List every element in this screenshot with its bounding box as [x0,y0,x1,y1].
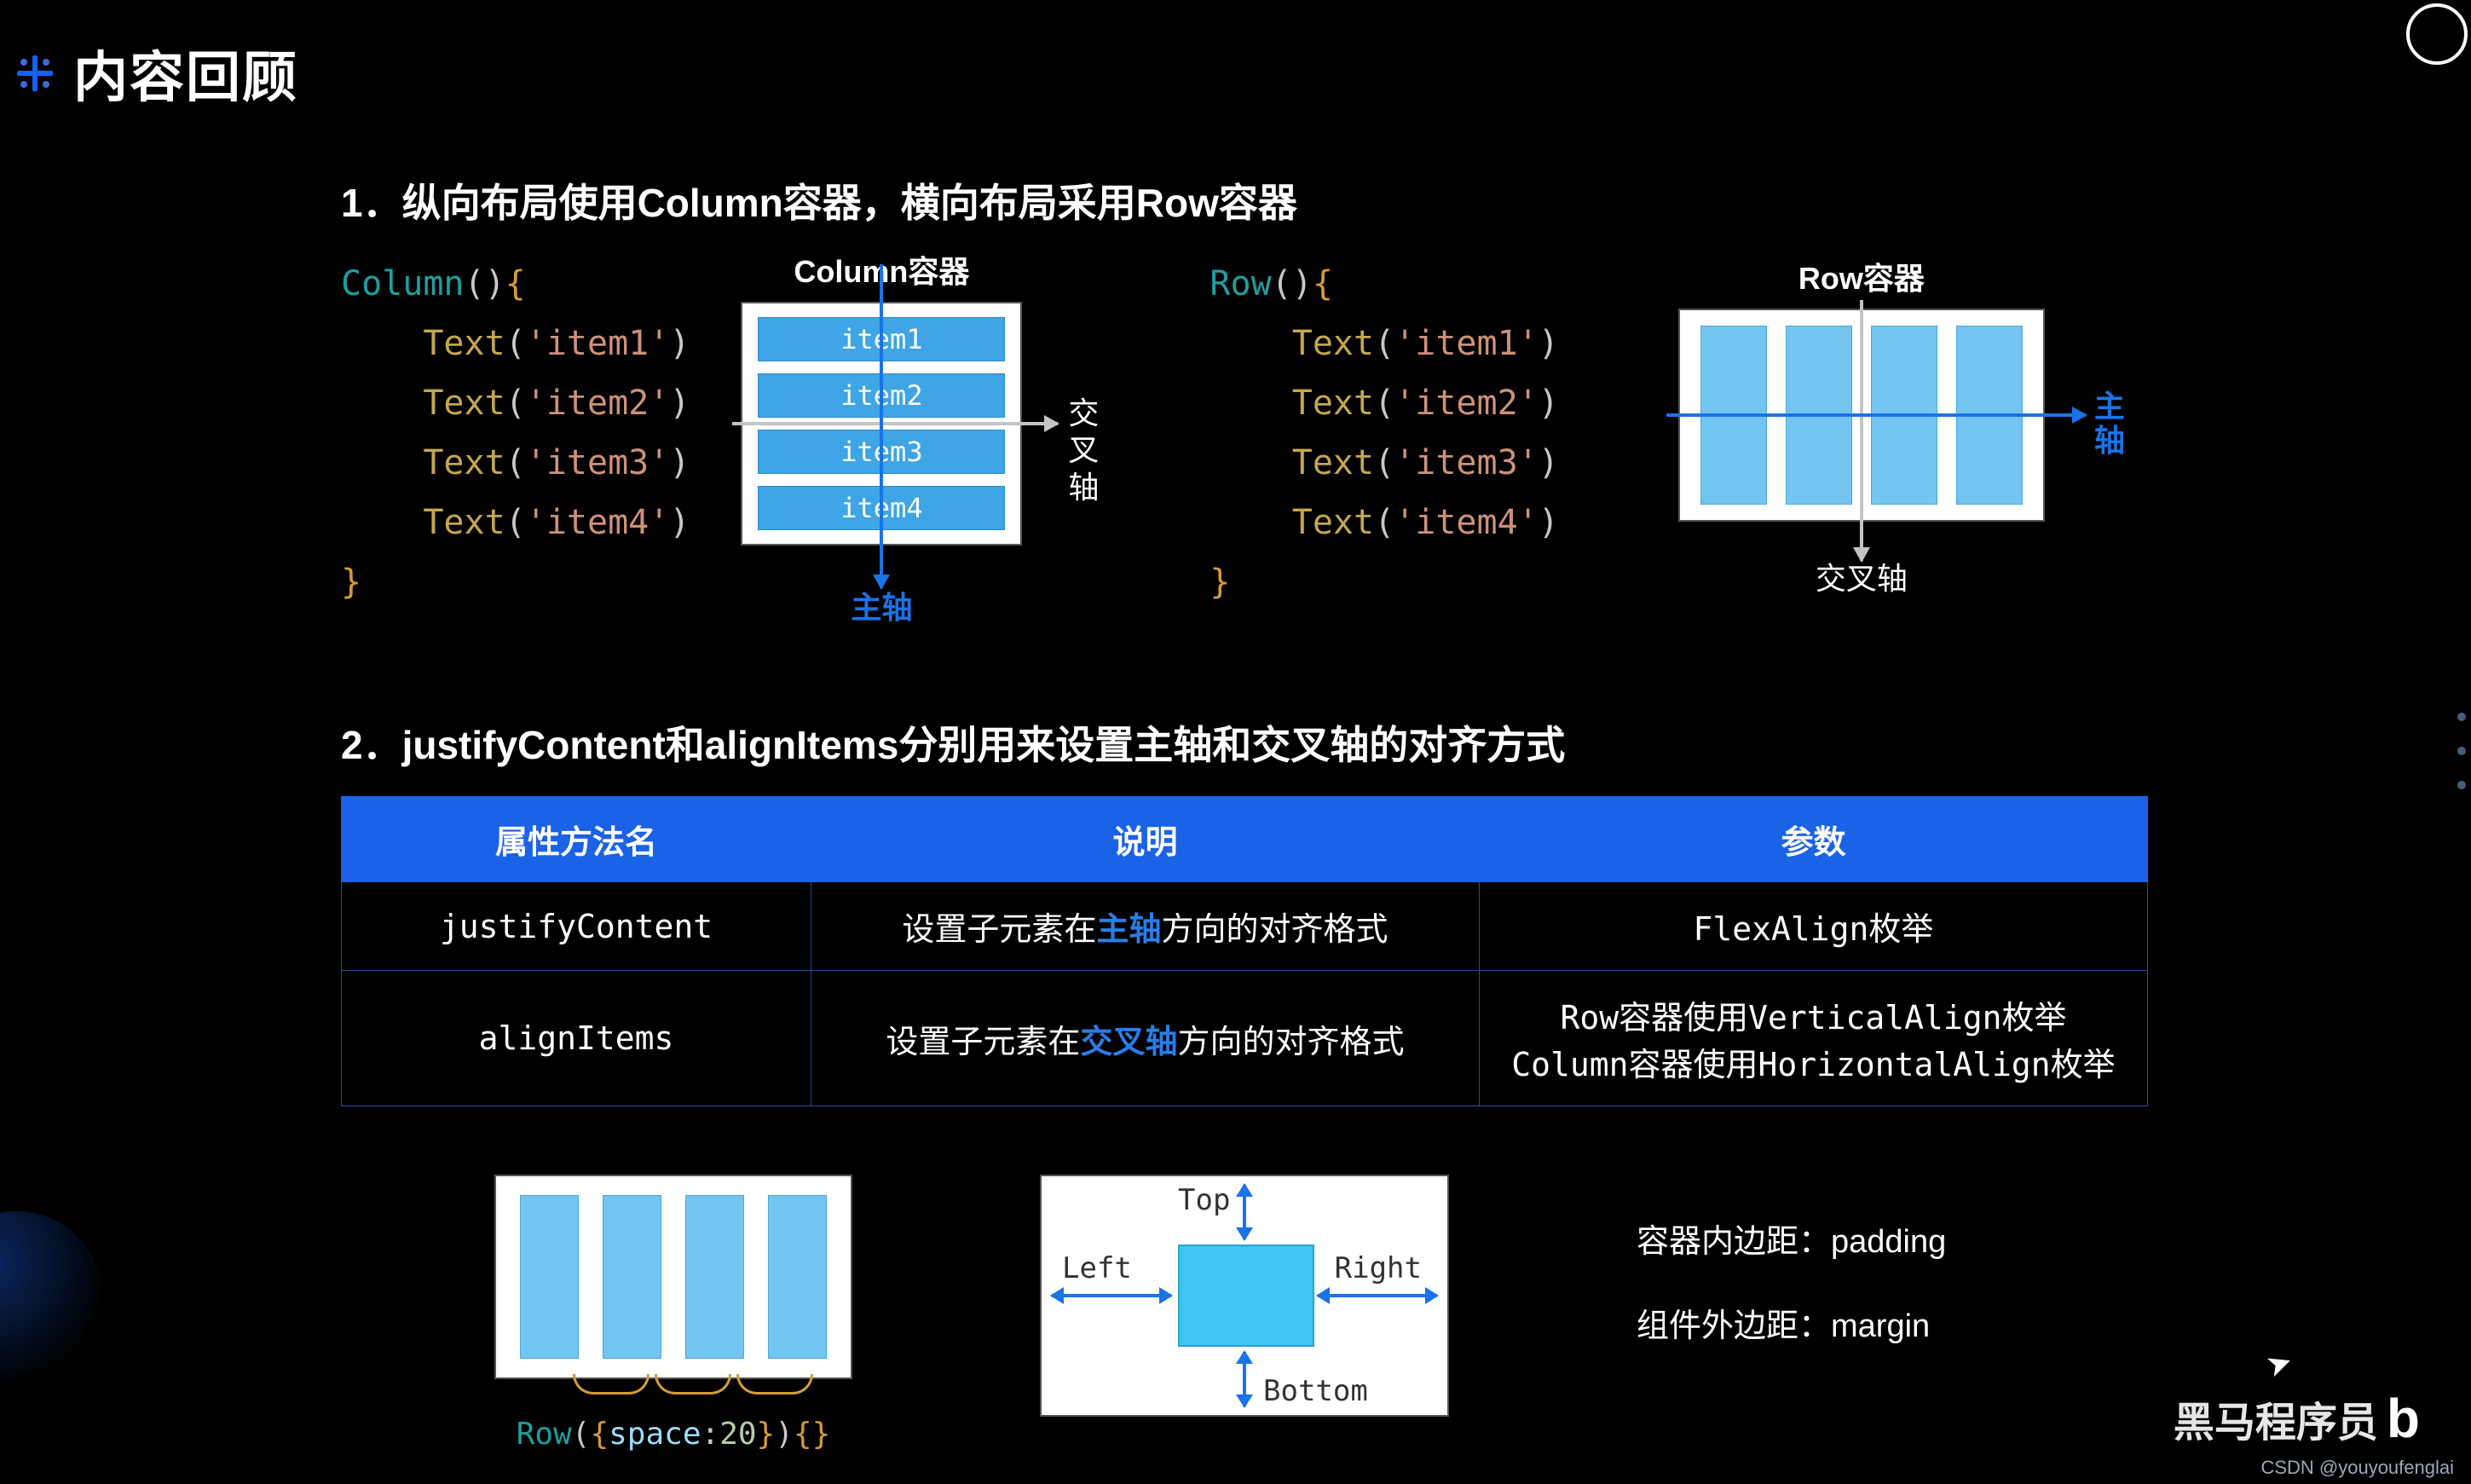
brand-logo: 黑马程序员 b [2174,1387,2420,1450]
credit-text: CSDN @youyoufenglai [2260,1457,2454,1479]
pad-label-right: Right [1335,1251,1422,1285]
column-main-axis-label: 主轴 [851,583,912,627]
sparkle-icon [17,55,53,91]
padding-margin-text: 容器内边距：padding 组件外边距：margin [1637,1200,1946,1369]
props-table: 属性方法名 说明 参数 justifyContent 设置子元素在主轴方向的对齐… [341,796,2148,1106]
row-main-axis-arrow [1666,413,2086,417]
section-2-heading: 2．justifyContent和alignItems分别用来设置主轴和交叉轴的… [341,714,2369,771]
cell-desc: 设置子元素在主轴方向的对齐格式 [811,882,1479,971]
th-desc: 说明 [811,797,1479,882]
row-diagram: Row容器 主轴 交叉轴 [1678,254,2045,522]
th-param: 参数 [1479,797,2147,882]
cell-param: FlexAlign枚举 [1479,882,2147,971]
section-1: 1．纵向布局使用Column容器，横向布局采用Row容器 Column(){ T… [341,172,2369,612]
padding-inner-box [1178,1244,1314,1347]
cell-param: Row容器使用VerticalAlign枚举 Column容器使用Horizon… [1479,971,2147,1106]
pad-label-top: Top [1178,1183,1230,1217]
cell-name: justifyContent [342,882,811,971]
section-1-heading: 1．纵向布局使用Column容器，横向布局采用Row容器 [341,172,2369,228]
title-row: 内容回顾 [0,0,2471,121]
row-cross-axis-label: 交叉轴 [1816,554,1908,598]
cell-name: alignItems [342,971,811,1106]
column-diagram: Column容器 item1 item2 item3 item4 主轴 交叉轴 [741,247,1022,546]
space-diagram: Row({space:20}){} [494,1175,852,1452]
space-code-label: Row({space:20}){} [494,1417,852,1452]
space-braces-icon [494,1374,852,1400]
column-code-block: Column(){ Text('item1') Text('item2') Te… [341,254,690,612]
text-padding: 容器内边距：padding [1637,1200,1946,1285]
row-cross-axis-arrow [1860,300,1863,561]
space-item [520,1195,579,1359]
pad-label-left: Left [1062,1251,1132,1285]
corner-logo-icon [2406,3,2468,65]
space-item [768,1195,827,1359]
table-row: alignItems 设置子元素在交叉轴方向的对齐格式 Row容器使用Verti… [342,971,2148,1106]
row-main-axis-label: 主轴 [2094,390,2128,457]
page-title: 内容回顾 [73,34,298,113]
right-dots-decoration [2457,713,2466,789]
blue-glow-decoration [0,1211,102,1382]
pad-label-bottom: Bottom [1263,1374,1368,1408]
space-item [685,1195,744,1359]
space-item [603,1195,661,1359]
brand-b-icon: b [2387,1387,2420,1450]
arrow-right-icon [1318,1294,1437,1297]
table-row: justifyContent 设置子元素在主轴方向的对齐格式 FlexAlign… [342,882,2148,971]
text-margin: 组件外边距：margin [1637,1285,1946,1369]
th-name: 属性方法名 [342,797,811,882]
column-cross-axis-arrow [732,422,1058,425]
section-2: 2．justifyContent和alignItems分别用来设置主轴和交叉轴的… [341,714,2369,1452]
cell-desc: 设置子元素在交叉轴方向的对齐格式 [811,971,1479,1106]
arrow-bottom-icon [1243,1352,1246,1406]
column-cross-axis-label: 交叉轴 [1068,395,1102,505]
column-main-axis-arrow [880,264,883,588]
arrow-top-icon [1243,1185,1246,1239]
row-code-block: Row(){ Text('item1') Text('item2') Text(… [1210,254,1558,612]
arrow-left-icon [1052,1294,1171,1297]
row-diagram-title: Row容器 [1678,254,2045,298]
padding-diagram: Top Bottom Left Right [1040,1175,1449,1417]
section-3: Row({space:20}){} Top Bottom Left Right … [494,1175,2369,1452]
